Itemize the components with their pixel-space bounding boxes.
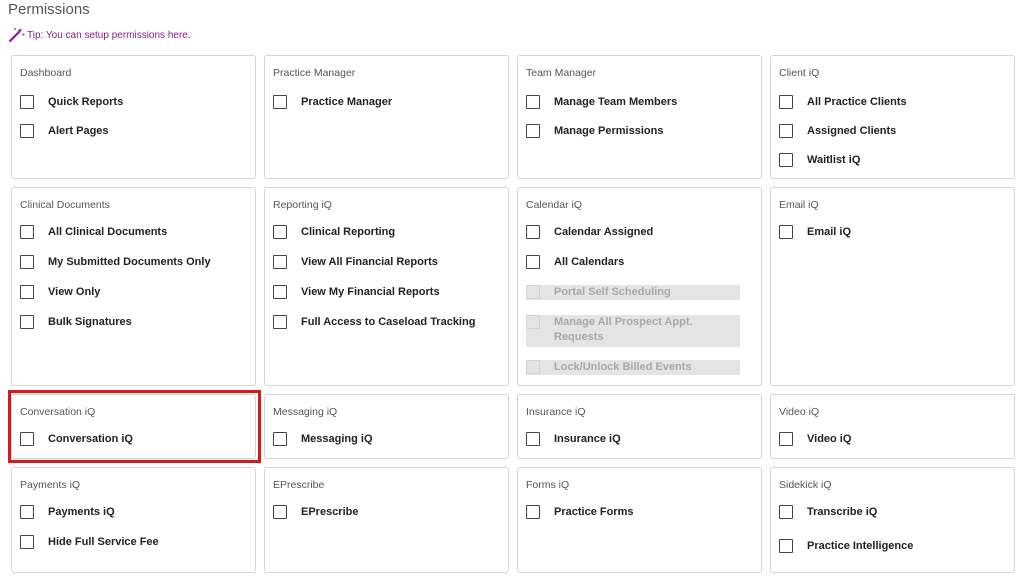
option-hide-full-service-fee[interactable]: Hide Full Service Fee xyxy=(20,535,159,550)
option-practice-manager[interactable]: Practice Manager xyxy=(273,95,392,110)
option-transcribe-iq[interactable]: Transcribe iQ xyxy=(779,505,877,520)
checkbox[interactable] xyxy=(20,315,34,329)
option-view-only[interactable]: View Only xyxy=(20,285,100,300)
option-all-practice-clients[interactable]: All Practice Clients xyxy=(779,95,907,110)
checkbox[interactable] xyxy=(273,432,287,446)
checkbox[interactable] xyxy=(20,255,34,269)
tip: Tip: You can setup permissions here. xyxy=(8,27,191,43)
checkbox[interactable] xyxy=(526,124,540,138)
checkbox-disabled xyxy=(526,315,540,329)
card-title: Dashboard xyxy=(20,67,72,79)
option-lock-unlock-billed-events: Lock/Unlock Billed Events xyxy=(526,360,740,375)
checkbox[interactable] xyxy=(779,124,793,138)
card-title: Forms iQ xyxy=(526,479,570,491)
option-practice-forms[interactable]: Practice Forms xyxy=(526,505,633,520)
option-practice-intelligence[interactable]: Practice Intelligence xyxy=(779,539,913,554)
card-clinical-documents: Clinical Documents All Clinical Document… xyxy=(11,187,256,386)
checkbox[interactable] xyxy=(526,505,540,519)
card-calendar-iq: Calendar iQ Calendar Assigned All Calend… xyxy=(517,187,762,386)
option-manage-prospect-requests: Manage All Prospect Appt. Requests xyxy=(526,315,740,347)
card-title: Reporting iQ xyxy=(273,199,332,211)
checkbox[interactable] xyxy=(526,225,540,239)
magic-wand-icon xyxy=(8,28,25,43)
card-reporting-iq: Reporting iQ Clinical Reporting View All… xyxy=(264,187,509,386)
option-all-clinical-documents[interactable]: All Clinical Documents xyxy=(20,225,167,240)
card-title: Insurance iQ xyxy=(526,406,586,418)
checkbox[interactable] xyxy=(273,255,287,269)
option-calendar-assigned[interactable]: Calendar Assigned xyxy=(526,225,653,240)
checkbox[interactable] xyxy=(526,255,540,269)
option-payments-iq[interactable]: Payments iQ xyxy=(20,505,115,520)
checkbox[interactable] xyxy=(20,285,34,299)
checkbox[interactable] xyxy=(273,505,287,519)
checkbox[interactable] xyxy=(20,505,34,519)
checkbox[interactable] xyxy=(273,285,287,299)
option-video-iq[interactable]: Video iQ xyxy=(779,432,851,447)
checkbox[interactable] xyxy=(779,95,793,109)
option-portal-self-scheduling: Portal Self Scheduling xyxy=(526,285,740,300)
option-quick-reports[interactable]: Quick Reports xyxy=(20,95,123,110)
option-eprescribe[interactable]: EPrescribe xyxy=(273,505,358,520)
card-title: EPrescribe xyxy=(273,479,325,491)
option-messaging-iq[interactable]: Messaging iQ xyxy=(273,432,373,447)
option-view-my-financial-reports[interactable]: View My Financial Reports xyxy=(273,285,440,300)
card-team-manager: Team Manager Manage Team Members Manage … xyxy=(517,55,762,179)
checkbox[interactable] xyxy=(273,95,287,109)
option-my-submitted-documents[interactable]: My Submitted Documents Only xyxy=(20,255,211,270)
checkbox-disabled xyxy=(526,285,540,299)
card-eprescribe: EPrescribe EPrescribe xyxy=(264,467,509,573)
card-insurance-iq: Insurance iQ Insurance iQ xyxy=(517,394,762,459)
checkbox[interactable] xyxy=(20,124,34,138)
highlight-box xyxy=(8,390,261,463)
option-manage-team-members[interactable]: Manage Team Members xyxy=(526,95,677,110)
checkbox[interactable] xyxy=(526,95,540,109)
card-title: Client iQ xyxy=(779,67,820,79)
checkbox[interactable] xyxy=(526,432,540,446)
card-video-iq: Video iQ Video iQ xyxy=(770,394,1015,459)
option-full-access-caseload-tracking[interactable]: Full Access to Caseload Tracking xyxy=(273,315,475,330)
card-title: Team Manager xyxy=(526,67,597,79)
tip-text: Tip: You can setup permissions here. xyxy=(27,30,191,41)
card-sidekick-iq: Sidekick iQ Transcribe iQ Practice Intel… xyxy=(770,467,1015,573)
checkbox[interactable] xyxy=(20,535,34,549)
card-title: Clinical Documents xyxy=(20,199,110,211)
page-title: Permissions xyxy=(8,1,90,18)
checkbox[interactable] xyxy=(779,153,793,167)
card-title: Messaging iQ xyxy=(273,406,338,418)
card-email-iq: Email iQ Email iQ xyxy=(770,187,1015,386)
option-waitlist-iq[interactable]: Waitlist iQ xyxy=(779,153,860,168)
card-title: Calendar iQ xyxy=(526,199,583,211)
checkbox[interactable] xyxy=(779,225,793,239)
card-messaging-iq: Messaging iQ Messaging iQ xyxy=(264,394,509,459)
checkbox[interactable] xyxy=(779,505,793,519)
card-title: Video iQ xyxy=(779,406,820,418)
checkbox[interactable] xyxy=(20,225,34,239)
card-payments-iq: Payments iQ Payments iQ Hide Full Servic… xyxy=(11,467,256,573)
card-title: Payments iQ xyxy=(20,479,81,491)
option-view-all-financial-reports[interactable]: View All Financial Reports xyxy=(273,255,438,270)
card-forms-iq: Forms iQ Practice Forms xyxy=(517,467,762,573)
checkbox[interactable] xyxy=(273,315,287,329)
card-practice-manager: Practice Manager Practice Manager xyxy=(264,55,509,179)
option-insurance-iq[interactable]: Insurance iQ xyxy=(526,432,621,447)
checkbox[interactable] xyxy=(779,432,793,446)
card-title: Practice Manager xyxy=(273,67,356,79)
card-client-iq: Client iQ All Practice Clients Assigned … xyxy=(770,55,1015,179)
option-clinical-reporting[interactable]: Clinical Reporting xyxy=(273,225,395,240)
option-assigned-clients[interactable]: Assigned Clients xyxy=(779,124,896,139)
option-manage-permissions[interactable]: Manage Permissions xyxy=(526,124,663,139)
option-all-calendars[interactable]: All Calendars xyxy=(526,255,624,270)
card-title: Sidekick iQ xyxy=(779,479,832,491)
option-alert-pages[interactable]: Alert Pages xyxy=(20,124,109,139)
checkbox[interactable] xyxy=(273,225,287,239)
card-dashboard: Dashboard Quick Reports Alert Pages xyxy=(11,55,256,179)
checkbox[interactable] xyxy=(779,539,793,553)
option-bulk-signatures[interactable]: Bulk Signatures xyxy=(20,315,132,330)
option-email-iq[interactable]: Email iQ xyxy=(779,225,851,240)
card-title: Email iQ xyxy=(779,199,819,211)
checkbox-disabled xyxy=(526,360,540,374)
checkbox[interactable] xyxy=(20,95,34,109)
